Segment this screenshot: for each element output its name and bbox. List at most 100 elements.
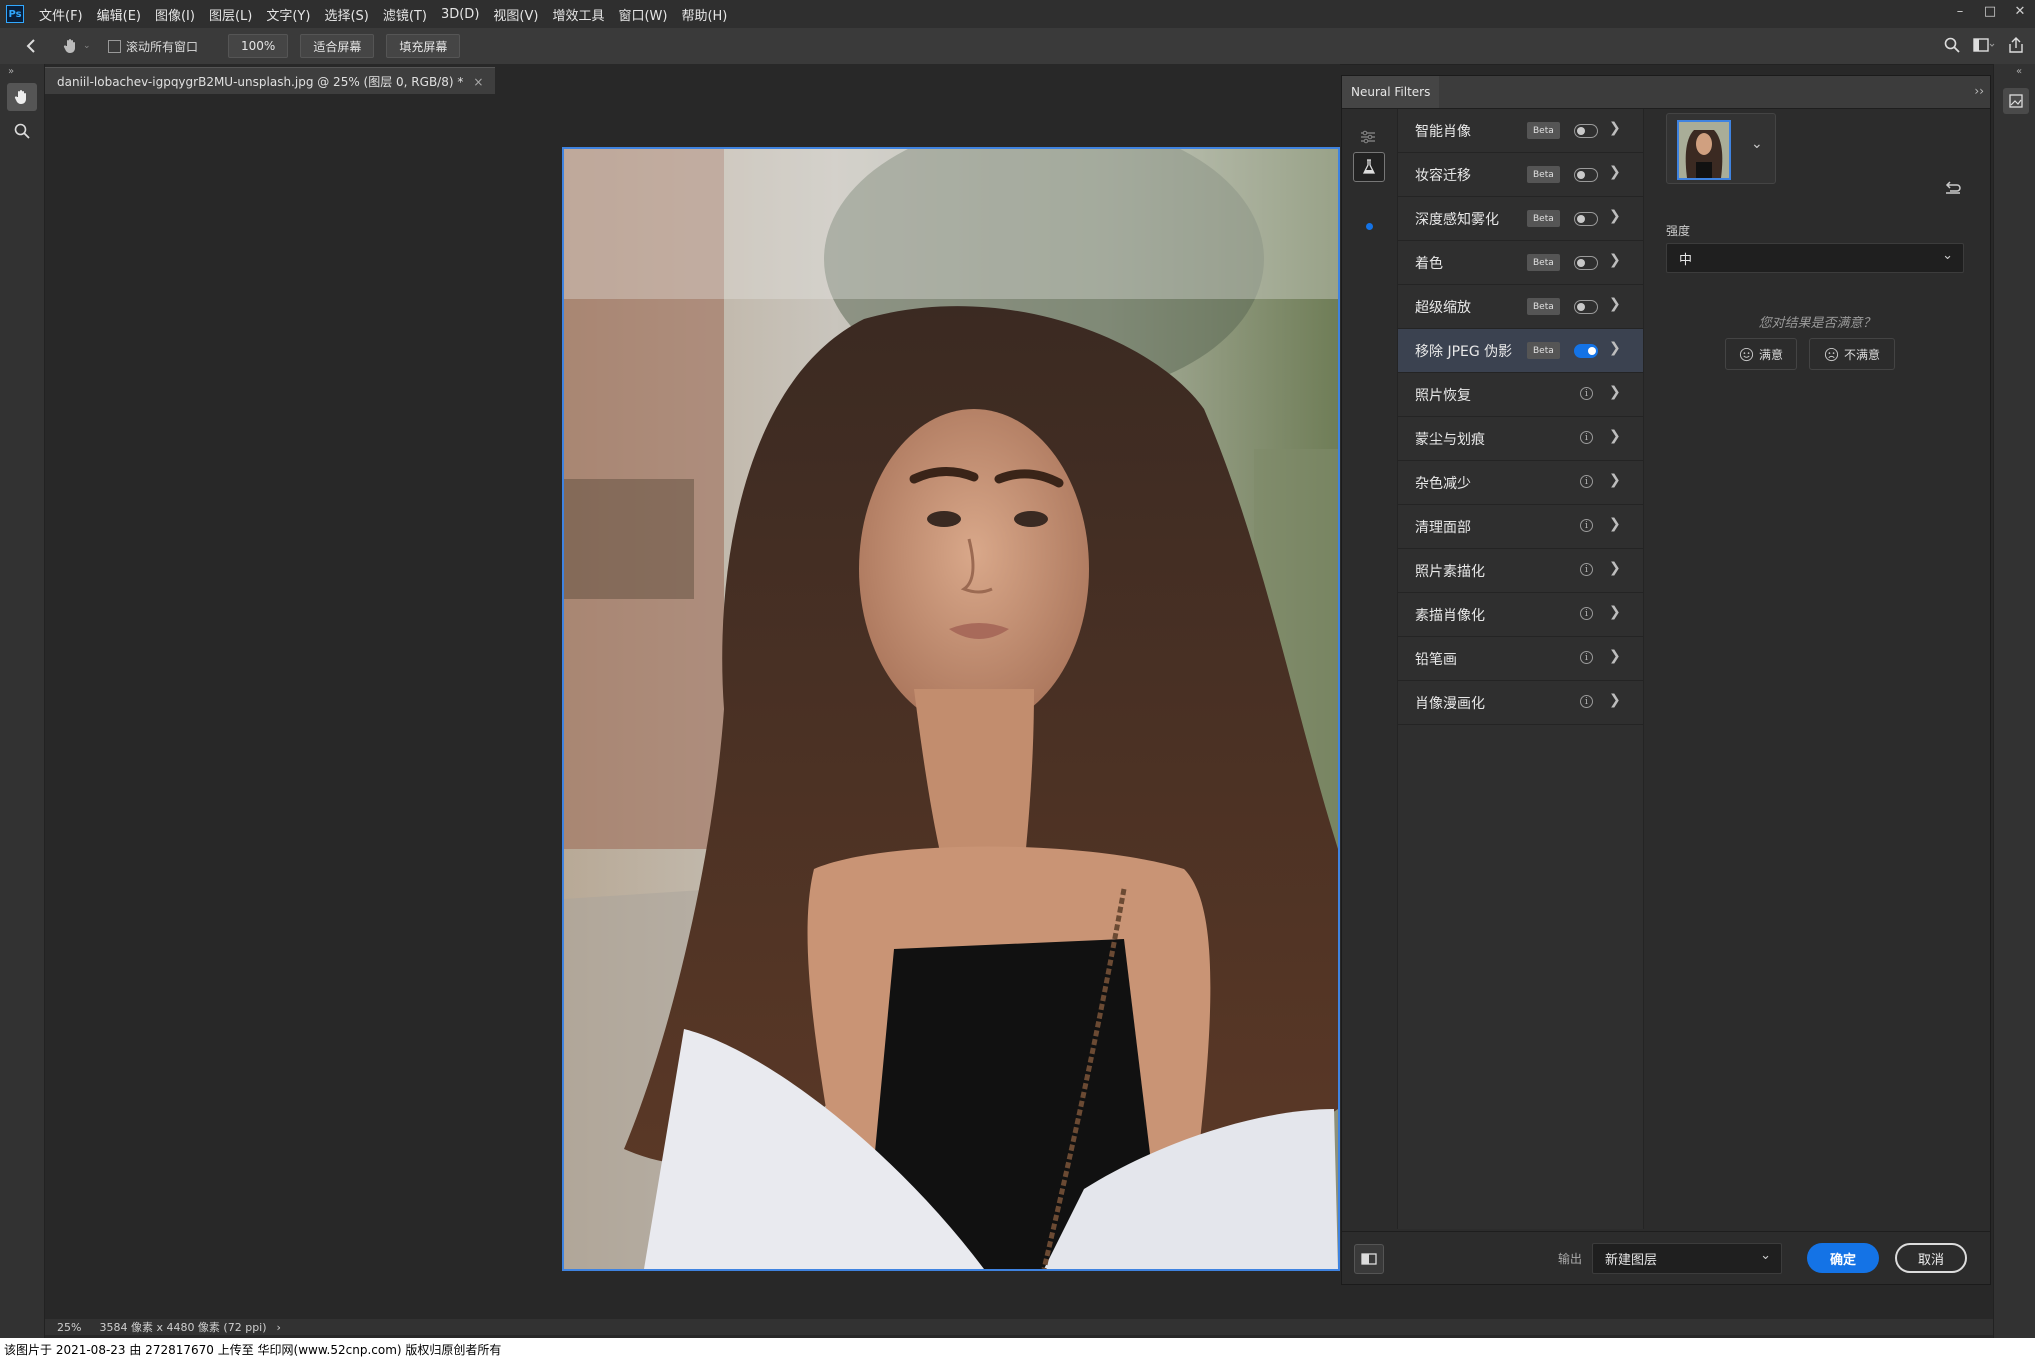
info-icon[interactable]: i xyxy=(1580,695,1593,708)
chevron-down-icon[interactable]: ⌄ xyxy=(1751,136,1763,152)
filter-category-bar xyxy=(1342,109,1398,1229)
smile-icon xyxy=(1739,347,1754,361)
scroll-all-windows-checkbox[interactable] xyxy=(108,39,121,53)
close-tab-icon[interactable]: × xyxy=(473,75,483,89)
menu-filter[interactable]: 滤镜(T) xyxy=(376,5,434,24)
ok-button[interactable]: 确定 xyxy=(1807,1243,1879,1273)
unsatisfied-button[interactable]: 不满意 xyxy=(1809,338,1895,370)
strength-dropdown[interactable]: 中 ⌄ xyxy=(1666,243,1964,273)
maximize-icon[interactable]: □ xyxy=(1975,0,2005,22)
menu-view[interactable]: 视图(V) xyxy=(486,5,545,24)
preview-thumbnail-dropdown[interactable]: ⌄ xyxy=(1666,113,1776,184)
satisfied-button[interactable]: 满意 xyxy=(1725,338,1797,370)
menu-3d[interactable]: 3D(D) xyxy=(434,7,486,22)
filter-label: 照片素描化 xyxy=(1415,563,1485,580)
filter-item-sketch-to-portrait[interactable]: 素描肖像化 i ❯ xyxy=(1398,593,1643,637)
ok-label: 确定 xyxy=(1829,1252,1856,1268)
filter-item-depth-blur[interactable]: 深度感知雾化 Beta ❯ xyxy=(1398,197,1643,241)
filter-item-makeup-transfer[interactable]: 妆容迁移 Beta ❯ xyxy=(1398,153,1643,197)
filter-item-smart-portrait[interactable]: 智能肖像 Beta ❯ xyxy=(1398,109,1643,153)
before-after-icon xyxy=(1361,1253,1377,1265)
chevron-down-icon: ⌄ xyxy=(1760,1248,1771,1263)
hand-tool-icon[interactable] xyxy=(7,83,37,111)
chevron-right-icon[interactable]: ❯ xyxy=(1609,428,1621,444)
filter-toggle[interactable] xyxy=(1574,168,1598,182)
zoom-100-button[interactable]: 100% xyxy=(228,34,289,58)
fill-screen-button[interactable]: 填充屏幕 xyxy=(386,34,461,58)
chevron-right-icon[interactable]: ❯ xyxy=(1609,120,1621,136)
filter-item-pencil-artwork[interactable]: 铅笔画 i ❯ xyxy=(1398,637,1643,681)
menu-select[interactable]: 选择(S) xyxy=(317,5,375,24)
search-icon[interactable] xyxy=(1943,36,1961,54)
menu-edit[interactable]: 编辑(E) xyxy=(90,5,148,24)
chevron-right-icon[interactable]: ❯ xyxy=(1609,692,1621,708)
canvas-area[interactable] xyxy=(45,94,1340,1319)
info-icon[interactable]: i xyxy=(1580,607,1593,620)
zoom-tool-icon[interactable] xyxy=(7,117,37,145)
fit-screen-button[interactable]: 适合屏幕 xyxy=(300,34,375,58)
filter-item-face-to-caricature[interactable]: 肖像漫画化 i ❯ xyxy=(1398,681,1643,725)
chevron-right-icon[interactable]: ❯ xyxy=(1609,648,1621,664)
dock-collapse-icon[interactable]: « xyxy=(1994,64,2035,77)
filter-toggle[interactable] xyxy=(1574,300,1598,314)
document-tab[interactable]: daniil-lobachev-igpqygrB2MU-unsplash.jpg… xyxy=(45,67,496,95)
info-icon[interactable]: i xyxy=(1580,431,1593,444)
workspace-icon[interactable] xyxy=(1973,36,1995,54)
filter-toggle[interactable] xyxy=(1574,344,1598,358)
menu-plugins[interactable]: 增效工具 xyxy=(545,5,611,24)
info-icon[interactable]: i xyxy=(1580,519,1593,532)
panel-collapse-icon[interactable]: » xyxy=(0,64,44,77)
filter-item-colorize[interactable]: 着色 Beta ❯ xyxy=(1398,241,1643,285)
close-icon[interactable]: ✕ xyxy=(2005,0,2035,22)
filter-toggle[interactable] xyxy=(1574,124,1598,138)
chevron-right-icon[interactable]: ❯ xyxy=(1609,208,1621,224)
chevron-right-icon[interactable]: ❯ xyxy=(1609,384,1621,400)
filter-toggle[interactable] xyxy=(1574,256,1598,270)
back-icon[interactable] xyxy=(16,38,46,54)
properties-panel-icon[interactable] xyxy=(2003,88,2029,114)
share-icon[interactable] xyxy=(2007,36,2025,54)
menu-image[interactable]: 图像(I) xyxy=(148,5,202,24)
info-icon[interactable]: i xyxy=(1580,387,1593,400)
collapse-panel-icon[interactable]: ›› xyxy=(1974,84,1984,98)
filter-item-noise-reduction[interactable]: 杂色减少 i ❯ xyxy=(1398,461,1643,505)
document-tab-bar: daniil-lobachev-igpqygrB2MU-unsplash.jpg… xyxy=(45,64,1340,95)
filter-label: 智能肖像 xyxy=(1415,123,1471,140)
minimize-icon[interactable]: – xyxy=(1945,0,1975,22)
filter-item-super-zoom[interactable]: 超级缩放 Beta ❯ xyxy=(1398,285,1643,329)
filter-toggle[interactable] xyxy=(1574,212,1598,226)
right-dock: « xyxy=(1993,64,2035,1338)
filter-item-photo-to-sketch[interactable]: 照片素描化 i ❯ xyxy=(1398,549,1643,593)
menu-file[interactable]: 文件(F) xyxy=(32,5,90,24)
info-icon[interactable]: i xyxy=(1580,475,1593,488)
chevron-right-icon[interactable]: ❯ xyxy=(1609,472,1621,488)
chevron-right-icon[interactable]: ❯ xyxy=(1609,560,1621,576)
menu-window[interactable]: 窗口(W) xyxy=(611,5,674,24)
chevron-right-icon[interactable]: ❯ xyxy=(1609,164,1621,180)
filter-item-dust-scratches[interactable]: 蒙尘与划痕 i ❯ xyxy=(1398,417,1643,461)
output-dropdown[interactable]: 新建图层 ⌄ xyxy=(1592,1243,1782,1274)
filter-label: 移除 JPEG 伪影 xyxy=(1415,343,1513,360)
hand-tool-preset-icon[interactable]: ⌄ xyxy=(62,37,102,55)
status-arrow-icon[interactable]: › xyxy=(277,1321,281,1334)
menu-type[interactable]: 文字(Y) xyxy=(259,5,317,24)
chevron-right-icon[interactable]: ❯ xyxy=(1609,340,1621,356)
info-icon[interactable]: i xyxy=(1580,563,1593,576)
preview-toggle-button[interactable] xyxy=(1354,1244,1384,1274)
chevron-right-icon[interactable]: ❯ xyxy=(1609,516,1621,532)
filter-item-face-cleanup[interactable]: 清理面部 i ❯ xyxy=(1398,505,1643,549)
reset-icon[interactable] xyxy=(1944,179,1962,199)
chevron-right-icon[interactable]: ❯ xyxy=(1609,604,1621,620)
filter-item-photo-restoration[interactable]: 照片恢复 i ❯ xyxy=(1398,373,1643,417)
chevron-right-icon[interactable]: ❯ xyxy=(1609,296,1621,312)
beta-filters-icon[interactable] xyxy=(1353,152,1385,182)
all-filters-icon[interactable] xyxy=(1360,129,1376,148)
filter-label: 超级缩放 xyxy=(1415,299,1471,316)
document-info: 3584 像素 x 4480 像素 (72 ppi) xyxy=(99,1321,267,1334)
cancel-button[interactable]: 取消 xyxy=(1895,1243,1967,1273)
info-icon[interactable]: i xyxy=(1580,651,1593,664)
menu-layer[interactable]: 图层(L) xyxy=(202,5,259,24)
menu-help[interactable]: 帮助(H) xyxy=(674,5,734,24)
filter-item-jpeg-artifacts-removal[interactable]: 移除 JPEG 伪影 Beta ❯ xyxy=(1398,329,1643,373)
chevron-right-icon[interactable]: ❯ xyxy=(1609,252,1621,268)
